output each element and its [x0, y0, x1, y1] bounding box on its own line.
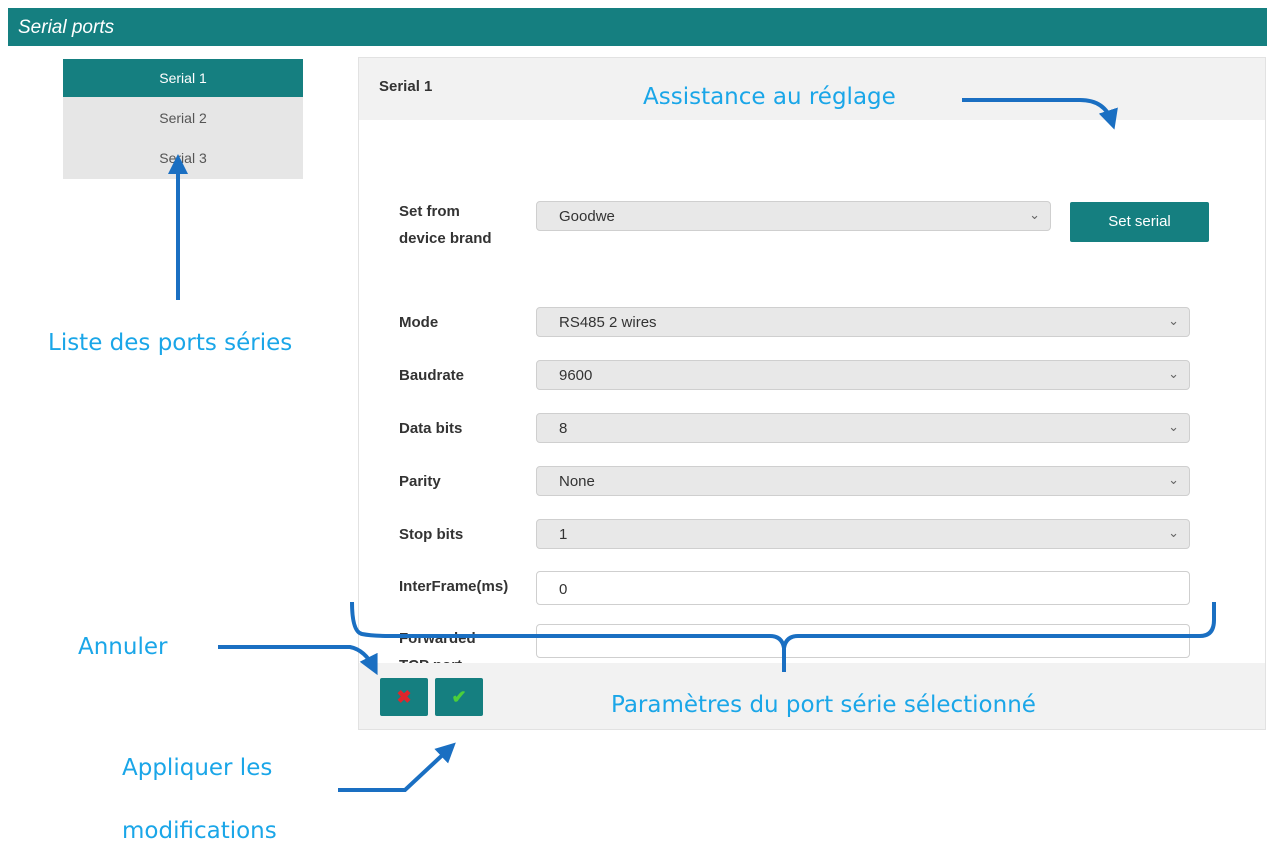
forwarded-tcp-port-input[interactable]	[536, 624, 1190, 658]
close-icon: ✖	[396, 687, 412, 707]
panel-body: Set from device brand Goodwe ⌄ Set seria…	[359, 120, 1265, 674]
port-item-serial-2[interactable]: Serial 2	[63, 99, 303, 137]
interframe-value: 0	[559, 581, 568, 598]
chevron-down-icon: ⌄	[1168, 525, 1179, 540]
data-bits-select[interactable]: 8 ⌄	[536, 413, 1190, 443]
annotation-assistance: Assistance au réglage	[643, 84, 896, 110]
data-bits-select-value: 8	[559, 420, 568, 437]
port-list: Serial 1 Serial 2 Serial 3	[63, 59, 303, 179]
cancel-button[interactable]: ✖	[380, 678, 428, 716]
chevron-down-icon: ⌄	[1168, 366, 1179, 381]
check-icon: ✔	[451, 687, 467, 707]
title-bar: Serial ports	[8, 8, 1267, 46]
annotation-params: Paramètres du port série sélectionné	[611, 692, 1036, 718]
stop-bits-select-value: 1	[559, 526, 568, 543]
annotation-cancel: Annuler	[78, 634, 168, 660]
chevron-down-icon: ⌄	[1168, 419, 1179, 434]
stop-bits-select[interactable]: 1 ⌄	[536, 519, 1190, 549]
apply-button[interactable]: ✔	[435, 678, 483, 716]
brand-label: Set from device brand	[399, 203, 492, 247]
annotation-port-list: Liste des ports séries	[48, 330, 293, 356]
annotation-apply-line1: Appliquer les	[122, 755, 273, 781]
data-bits-label: Data bits	[399, 420, 463, 437]
port-item-serial-1[interactable]: Serial 1	[63, 59, 303, 97]
parity-select[interactable]: None ⌄	[536, 466, 1190, 496]
chevron-down-icon: ⌄	[1029, 207, 1040, 222]
arrow-to-cancel	[218, 645, 378, 676]
mode-select[interactable]: RS485 2 wires ⌄	[536, 307, 1190, 337]
arrow-to-apply	[338, 742, 456, 792]
mode-label: Mode	[399, 314, 439, 331]
interframe-input[interactable]: 0	[536, 571, 1190, 605]
stop-bits-label: Stop bits	[399, 526, 464, 543]
port-item-serial-3[interactable]: Serial 3	[63, 139, 303, 177]
set-serial-button[interactable]: Set serial	[1070, 202, 1209, 242]
chevron-down-icon: ⌄	[1168, 313, 1179, 328]
parity-select-value: None	[559, 473, 595, 490]
mode-select-value: RS485 2 wires	[559, 314, 657, 331]
window-title: Serial ports	[18, 17, 115, 38]
annotation-apply-line2: modifications	[122, 818, 277, 844]
interframe-label: InterFrame(ms)	[399, 578, 509, 595]
panel-title: Serial 1	[379, 78, 433, 95]
brand-select[interactable]: Goodwe ⌄	[536, 201, 1051, 231]
baudrate-select[interactable]: 9600 ⌄	[536, 360, 1190, 390]
brand-select-value: Goodwe	[559, 208, 615, 225]
parity-label: Parity	[399, 473, 441, 490]
baudrate-label: Baudrate	[399, 367, 465, 384]
chevron-down-icon: ⌄	[1168, 472, 1179, 487]
baudrate-select-value: 9600	[559, 367, 593, 384]
serial-settings-panel: Serial 1 Set from device brand Goodwe ⌄ …	[358, 57, 1266, 730]
